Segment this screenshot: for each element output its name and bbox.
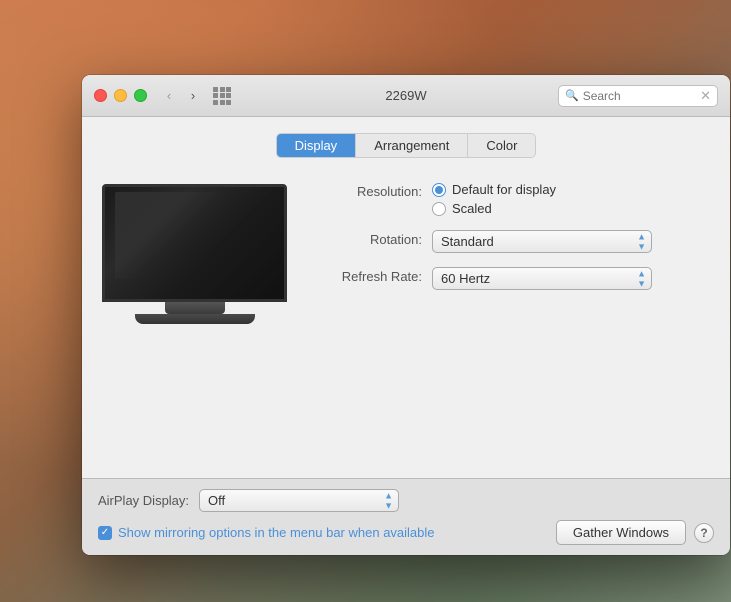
gather-windows-button[interactable]: Gather Windows (556, 520, 686, 545)
refresh-select[interactable]: 60 Hertz 30 Hertz (432, 267, 652, 290)
mirroring-checkbox[interactable]: ✓ (98, 526, 112, 540)
nav-buttons: ‹ › (159, 86, 203, 106)
tab-display[interactable]: Display (277, 134, 357, 157)
traffic-lights (94, 89, 147, 102)
resolution-default-option[interactable]: Default for display (432, 182, 556, 197)
forward-button[interactable]: › (183, 86, 203, 106)
tab-arrangement[interactable]: Arrangement (356, 134, 468, 157)
airplay-row: AirPlay Display: Off On ▲ ▼ (98, 489, 714, 512)
resolution-scaled-label: Scaled (452, 201, 492, 216)
search-clear-icon[interactable]: ✕ (700, 88, 711, 104)
monitor-image (102, 184, 287, 324)
main-panel: Resolution: Default for display Scaled (102, 174, 710, 478)
rotation-select[interactable]: Standard 90° 180° 270° (432, 230, 652, 253)
bottom-actions: ✓ Show mirroring options in the menu bar… (98, 520, 714, 545)
resolution-label: Resolution: (322, 182, 422, 199)
maximize-button[interactable] (134, 89, 147, 102)
rotation-label: Rotation: (322, 230, 422, 247)
radio-inner-default (435, 186, 443, 194)
window-title: 2269W (385, 88, 426, 103)
mirroring-checkbox-row[interactable]: ✓ Show mirroring options in the menu bar… (98, 525, 435, 540)
button-group: Gather Windows ? (556, 520, 714, 545)
back-button[interactable]: ‹ (159, 86, 179, 106)
refresh-rate-label: Refresh Rate: (322, 267, 422, 284)
check-icon: ✓ (101, 528, 109, 538)
resolution-scaled-option[interactable]: Scaled (432, 201, 556, 216)
search-icon: 🔍 (565, 89, 579, 102)
rotation-setting: Rotation: Standard 90° 180° 270° ▲ ▼ (322, 230, 710, 253)
minimize-button[interactable] (114, 89, 127, 102)
search-input[interactable] (583, 89, 700, 103)
help-button[interactable]: ? (694, 523, 714, 543)
mirroring-label: Show mirroring options in the menu bar w… (118, 525, 435, 540)
rotation-select-wrapper: Standard 90° 180° 270° ▲ ▼ (432, 230, 652, 253)
resolution-default-label: Default for display (452, 182, 556, 197)
tab-group: Display Arrangement Color (276, 133, 537, 158)
refresh-select-wrapper: 60 Hertz 30 Hertz ▲ ▼ (432, 267, 652, 290)
monitor-stand (165, 302, 225, 314)
content-area: Display Arrangement Color Resolution: (82, 117, 730, 478)
titlebar: ‹ › 2269W 🔍 ✕ (82, 75, 730, 117)
radio-scaled[interactable] (432, 202, 446, 216)
grid-view-button[interactable] (211, 85, 233, 107)
settings-panel: Resolution: Default for display Scaled (322, 174, 710, 478)
airplay-label: AirPlay Display: (98, 493, 189, 508)
tab-color[interactable]: Color (468, 134, 535, 157)
monitor-base (135, 314, 255, 324)
radio-default[interactable] (432, 183, 446, 197)
resolution-setting: Resolution: Default for display Scaled (322, 182, 710, 216)
refresh-rate-setting: Refresh Rate: 60 Hertz 30 Hertz ▲ ▼ (322, 267, 710, 290)
preferences-window: ‹ › 2269W 🔍 ✕ Display Arrangement Color (82, 75, 730, 555)
bottom-bar: AirPlay Display: Off On ▲ ▼ ✓ Show mirro… (82, 478, 730, 555)
airplay-select[interactable]: Off On (199, 489, 399, 512)
resolution-options: Default for display Scaled (432, 182, 556, 216)
monitor-screen (102, 184, 287, 302)
airplay-select-wrapper: Off On ▲ ▼ (199, 489, 399, 512)
close-button[interactable] (94, 89, 107, 102)
grid-icon (213, 87, 231, 105)
search-box[interactable]: 🔍 ✕ (558, 85, 718, 107)
tab-bar: Display Arrangement Color (102, 133, 710, 158)
monitor-preview (102, 174, 302, 478)
